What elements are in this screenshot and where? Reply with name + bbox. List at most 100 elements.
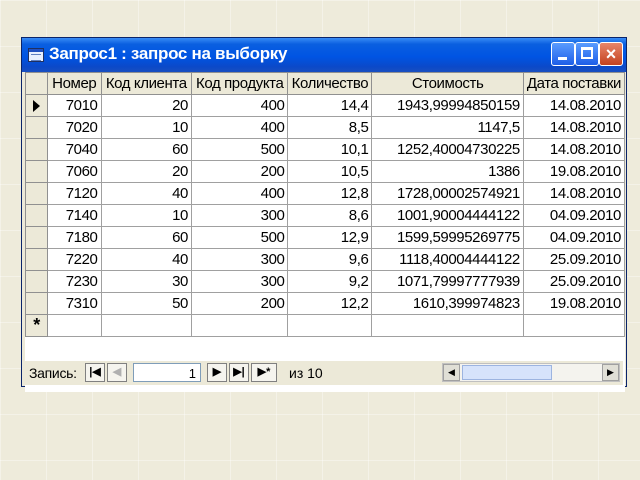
- new-record-cell[interactable]: [287, 314, 373, 337]
- cell-delivery-date[interactable]: 14.08.2010: [522, 94, 626, 117]
- table-row[interactable]: 7310 50 200 12,2 1610,399974823 19.08.2010: [24, 292, 626, 315]
- table-row[interactable]: 7220 40 300 9,6 1118,40004444122 25.09.2010: [24, 248, 626, 271]
- cell-number[interactable]: 7230: [47, 270, 102, 293]
- cell-cost[interactable]: 1728,00002574921: [371, 182, 524, 205]
- cell-cost[interactable]: 1147,5: [371, 116, 524, 139]
- cell-quantity[interactable]: 14,4: [287, 94, 373, 117]
- table-row[interactable]: 7180 60 500 12,9 1599,59995269775 04.09.2010: [24, 226, 626, 249]
- table-row[interactable]: 7120 40 400 12,8 1728,00002574921 14.08.2010: [24, 182, 626, 205]
- cell-delivery-date[interactable]: 14.08.2010: [522, 138, 626, 161]
- cell-client-code[interactable]: 20: [100, 160, 192, 183]
- cell-product-code[interactable]: 200: [190, 292, 289, 315]
- column-header-delivery-date[interactable]: Дата поставки: [522, 72, 626, 95]
- datasheet-icon[interactable]: [28, 48, 44, 62]
- column-header-client-code[interactable]: Код клиента: [100, 72, 192, 95]
- new-record-button[interactable]: ▶*: [251, 363, 277, 382]
- cell-cost[interactable]: 1001,90004444122: [371, 204, 524, 227]
- cell-number[interactable]: 7020: [47, 116, 102, 139]
- cell-delivery-date[interactable]: 25.09.2010: [522, 248, 626, 271]
- cell-product-code[interactable]: 400: [190, 182, 289, 205]
- cell-cost[interactable]: 1071,79997777939: [371, 270, 524, 293]
- title-bar[interactable]: Запрос1 : запрос на выборку ×: [22, 38, 626, 72]
- column-header-cost[interactable]: Стоимость: [371, 72, 524, 95]
- table-row[interactable]: 7230 30 300 9,2 1071,79997777939 25.09.2010: [24, 270, 626, 293]
- table-row[interactable]: 7060 20 200 10,5 1386 19.08.2010: [24, 160, 626, 183]
- cell-delivery-date[interactable]: 14.08.2010: [522, 182, 626, 205]
- cell-delivery-date[interactable]: 14.08.2010: [522, 116, 626, 139]
- scroll-right-button[interactable]: ▶: [602, 364, 619, 381]
- previous-record-button[interactable]: ◀: [107, 363, 127, 382]
- cell-number[interactable]: 7140: [47, 204, 102, 227]
- cell-client-code[interactable]: 50: [100, 292, 192, 315]
- maximize-button[interactable]: [575, 42, 599, 66]
- cell-quantity[interactable]: 10,1: [287, 138, 373, 161]
- row-selector[interactable]: [24, 138, 49, 161]
- cell-client-code[interactable]: 60: [100, 226, 192, 249]
- cell-quantity[interactable]: 8,6: [287, 204, 373, 227]
- cell-cost[interactable]: 1943,99994850159: [371, 94, 524, 117]
- table-row[interactable]: 7010 20 400 14,4 1943,99994850159 14.08.2010: [24, 94, 626, 117]
- cell-product-code[interactable]: 300: [190, 204, 289, 227]
- row-selector[interactable]: [24, 226, 49, 249]
- cell-client-code[interactable]: 10: [100, 116, 192, 139]
- cell-number[interactable]: 7120: [47, 182, 102, 205]
- cell-product-code[interactable]: 500: [190, 226, 289, 249]
- new-record-cell[interactable]: [190, 314, 289, 337]
- cell-quantity[interactable]: 8,5: [287, 116, 373, 139]
- horizontal-scrollbar[interactable]: ◀ ▶: [442, 363, 620, 382]
- cell-client-code[interactable]: 20: [100, 94, 192, 117]
- row-selector[interactable]: [24, 204, 49, 227]
- row-selector[interactable]: [24, 94, 49, 117]
- cell-cost[interactable]: 1252,40004730225: [371, 138, 524, 161]
- cell-delivery-date[interactable]: 04.09.2010: [522, 226, 626, 249]
- cell-product-code[interactable]: 400: [190, 116, 289, 139]
- first-record-button[interactable]: |◀: [85, 363, 105, 382]
- cell-product-code[interactable]: 300: [190, 248, 289, 271]
- column-header-quantity[interactable]: Количество: [287, 72, 373, 95]
- cell-product-code[interactable]: 500: [190, 138, 289, 161]
- new-record-cell[interactable]: [100, 314, 192, 337]
- cell-quantity[interactable]: 12,9: [287, 226, 373, 249]
- close-button[interactable]: ×: [599, 42, 623, 66]
- cell-client-code[interactable]: 10: [100, 204, 192, 227]
- row-selector[interactable]: [24, 270, 49, 293]
- cell-client-code[interactable]: 40: [100, 248, 192, 271]
- cell-quantity[interactable]: 12,2: [287, 292, 373, 315]
- row-selector[interactable]: [24, 182, 49, 205]
- new-record-cell[interactable]: [371, 314, 524, 337]
- cell-number[interactable]: 7180: [47, 226, 102, 249]
- cell-delivery-date[interactable]: 19.08.2010: [522, 160, 626, 183]
- scroll-thumb[interactable]: [462, 365, 552, 380]
- record-number-input[interactable]: 1: [133, 363, 201, 382]
- table-row[interactable]: 7040 60 500 10,1 1252,40004730225 14.08.2010: [24, 138, 626, 161]
- cell-quantity[interactable]: 9,6: [287, 248, 373, 271]
- cell-cost[interactable]: 1118,40004444122: [371, 248, 524, 271]
- cell-product-code[interactable]: 400: [190, 94, 289, 117]
- cell-quantity[interactable]: 10,5: [287, 160, 373, 183]
- minimize-button[interactable]: [551, 42, 575, 66]
- cell-number[interactable]: 7010: [47, 94, 102, 117]
- cell-delivery-date[interactable]: 19.08.2010: [522, 292, 626, 315]
- cell-delivery-date[interactable]: 25.09.2010: [522, 270, 626, 293]
- column-header-product-code[interactable]: Код продукта: [190, 72, 289, 95]
- column-header-number[interactable]: Номер: [47, 72, 102, 95]
- table-row[interactable]: 7020 10 400 8,5 1147,5 14.08.2010: [24, 116, 626, 139]
- scroll-left-button[interactable]: ◀: [443, 364, 460, 381]
- cell-cost[interactable]: 1599,59995269775: [371, 226, 524, 249]
- row-selector[interactable]: [24, 292, 49, 315]
- cell-delivery-date[interactable]: 04.09.2010: [522, 204, 626, 227]
- cell-client-code[interactable]: 40: [100, 182, 192, 205]
- row-selector[interactable]: [24, 160, 49, 183]
- cell-client-code[interactable]: 30: [100, 270, 192, 293]
- cell-cost[interactable]: 1610,399974823: [371, 292, 524, 315]
- new-record-cell[interactable]: [522, 314, 626, 337]
- row-selector[interactable]: *: [24, 314, 49, 337]
- cell-cost[interactable]: 1386: [371, 160, 524, 183]
- table-row[interactable]: 7140 10 300 8,6 1001,90004444122 04.09.2010: [24, 204, 626, 227]
- cell-client-code[interactable]: 60: [100, 138, 192, 161]
- new-record-cell[interactable]: [47, 314, 102, 337]
- cell-number[interactable]: 7310: [47, 292, 102, 315]
- cell-product-code[interactable]: 300: [190, 270, 289, 293]
- cell-quantity[interactable]: 12,8: [287, 182, 373, 205]
- cell-number[interactable]: 7040: [47, 138, 102, 161]
